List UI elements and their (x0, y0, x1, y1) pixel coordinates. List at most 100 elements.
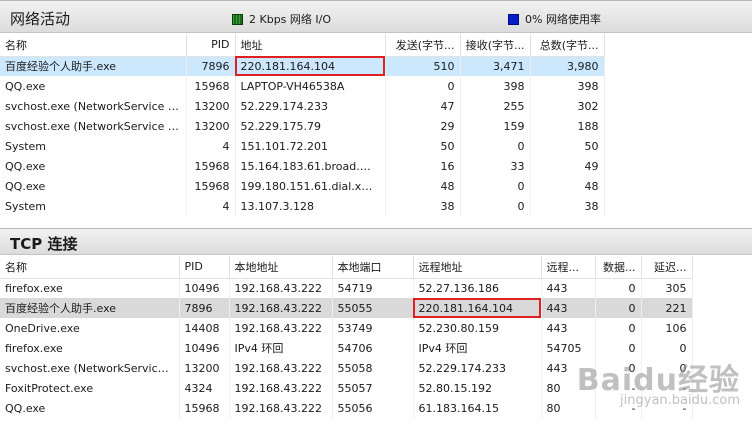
tcp-cell: 443 (541, 278, 596, 298)
network-row[interactable]: QQ.exe 15968 15.164.183.61.broad.wh.... 16 3… (0, 156, 605, 176)
network-cell: 47 (385, 96, 461, 116)
tcp-cell: 55058 (332, 358, 414, 378)
network-cell: QQ.exe (0, 76, 187, 96)
tcp-cell: 52.229.174.233 (413, 358, 542, 378)
network-cell: 7896 (186, 56, 236, 76)
network-cell: 33 (460, 156, 531, 176)
tcp-cell: firefox.exe (0, 338, 180, 358)
network-cell: svchost.exe (NetworkService -p) (0, 96, 187, 116)
network-column-header[interactable]: 接收(字节... (460, 34, 531, 57)
network-cell: 302 (530, 96, 605, 116)
network-cell: 199.180.151.61.dial.xw.s... (235, 176, 386, 196)
network-row[interactable]: System 4 151.101.72.201 50 0 50 (0, 136, 605, 156)
network-cell: 255 (460, 96, 531, 116)
tcp-cell: 220.181.164.104 (413, 298, 542, 318)
network-cell: 13200 (186, 116, 236, 136)
network-cell: 4 (186, 136, 236, 156)
tcp-column-header[interactable]: 数据... (595, 256, 642, 279)
network-row[interactable]: 百度经验个人助手.exe 7896 220.181.164.104 510 3,471 3… (0, 56, 605, 76)
network-cell: 15.164.183.61.broad.wh.... (235, 156, 386, 176)
tcp-column-header[interactable]: 远程地址 (413, 256, 542, 279)
tcp-cell: 221 (641, 298, 693, 318)
tcp-row[interactable]: OneDrive.exe 14408 192.168.43.222 53749 52.2… (0, 318, 693, 338)
network-column-header[interactable]: 发送(字节... (385, 34, 461, 57)
network-column-header[interactable]: 总数(字节... (530, 34, 605, 57)
tcp-cell: 0 (595, 318, 642, 338)
network-cell: svchost.exe (NetworkService -p) (0, 116, 187, 136)
network-cell: LAPTOP-VH46538A (235, 76, 386, 96)
network-column-header[interactable]: 地址 (235, 34, 386, 57)
network-cell: 49 (530, 156, 605, 176)
network-cell: 13200 (186, 96, 236, 116)
network-activity-title: 网络活动 (10, 10, 71, 28)
network-cell: 48 (530, 176, 605, 196)
tcp-cell: 百度经验个人助手.exe (0, 298, 180, 318)
tcp-row[interactable]: 百度经验个人助手.exe 7896 192.168.43.222 55055 220.1… (0, 298, 693, 318)
tcp-column-header[interactable]: 本地地址 (229, 256, 333, 279)
tcp-cell: 192.168.43.222 (229, 318, 333, 338)
network-cell: 16 (385, 156, 461, 176)
network-cell: 3,980 (530, 56, 605, 76)
tcp-cell: svchost.exe (NetworkService ... (0, 358, 180, 378)
tcp-row[interactable]: firefox.exe 10496 192.168.43.222 54719 52.27… (0, 278, 693, 298)
tcp-cell: QQ.exe (0, 398, 180, 418)
tcp-cell: 192.168.43.222 (229, 358, 333, 378)
network-activity-header[interactable]: 网络活动 2 Kbps 网络 I/O 0% 网络使用率 (0, 0, 752, 33)
network-row[interactable]: QQ.exe 15968 LAPTOP-VH46538A 0 398 398 (0, 76, 605, 96)
tcp-cell: 7896 (179, 298, 230, 318)
network-column-header[interactable]: PID (186, 34, 236, 57)
network-row[interactable]: System 4 13.107.3.128 38 0 38 (0, 196, 605, 216)
tcp-cell: OneDrive.exe (0, 318, 180, 338)
tcp-column-header[interactable]: 名称 (0, 256, 180, 279)
network-cell: 510 (385, 56, 461, 76)
network-cell: 38 (530, 196, 605, 216)
network-cell: 15968 (186, 176, 236, 196)
network-row[interactable]: QQ.exe 15968 199.180.151.61.dial.xw.s... 48… (0, 176, 605, 196)
tcp-cell: 52.230.80.159 (413, 318, 542, 338)
network-cell: 50 (385, 136, 461, 156)
network-io-label: 2 Kbps 网络 I/O (249, 13, 332, 26)
tcp-cell: 192.168.43.222 (229, 398, 333, 418)
tcp-cell: 13200 (179, 358, 230, 378)
network-cell: 52.229.175.79 (235, 116, 386, 136)
network-cell: 220.181.164.104 (235, 56, 386, 76)
tcp-cell: 192.168.43.222 (229, 298, 333, 318)
tcp-cell: FoxitProtect.exe (0, 378, 180, 398)
network-cell: 38 (385, 196, 461, 216)
network-cell: 0 (460, 196, 531, 216)
tcp-cell: IPv4 环回 (229, 338, 333, 358)
network-cell: QQ.exe (0, 156, 187, 176)
network-usage-legend: 0% 网络使用率 (508, 11, 601, 27)
network-usage-swatch-icon (508, 13, 519, 25)
network-cell: 398 (460, 76, 531, 96)
network-cell: 0 (460, 136, 531, 156)
tcp-column-header[interactable]: 本地端口 (332, 256, 414, 279)
network-row[interactable]: svchost.exe (NetworkService -p) 13200 52.2… (0, 116, 605, 136)
network-cell: System (0, 196, 187, 216)
tcp-cell: 55057 (332, 378, 414, 398)
tcp-column-header[interactable]: 延迟... (641, 256, 693, 279)
network-cell: 188 (530, 116, 605, 136)
tcp-cell: 443 (541, 318, 596, 338)
tcp-connections-header[interactable]: TCP 连接 (0, 228, 752, 255)
tcp-cell: 4324 (179, 378, 230, 398)
tcp-cell: 14408 (179, 318, 230, 338)
tcp-column-header[interactable]: PID (179, 256, 230, 279)
network-cell: System (0, 136, 187, 156)
network-io-swatch-icon (232, 13, 243, 25)
network-cell: 151.101.72.201 (235, 136, 386, 156)
tcp-cell: 52.80.15.192 (413, 378, 542, 398)
network-cell: 0 (385, 76, 461, 96)
baidu-jingyan-watermark: Baidu经验 jingyan.baidu.com (577, 355, 740, 408)
tcp-cell: 10496 (179, 278, 230, 298)
network-cell: 52.229.174.233 (235, 96, 386, 116)
tcp-cell: 0 (595, 298, 642, 318)
tcp-cell: 61.183.164.15 (413, 398, 542, 418)
tcp-cell: 55055 (332, 298, 414, 318)
network-column-header[interactable]: 名称 (0, 34, 187, 57)
network-row[interactable]: svchost.exe (NetworkService -p) 13200 52.2… (0, 96, 605, 116)
tcp-cell: 15968 (179, 398, 230, 418)
network-cell: 159 (460, 116, 531, 136)
tcp-column-header[interactable]: 远程... (541, 256, 596, 279)
tcp-cell: 443 (541, 298, 596, 318)
